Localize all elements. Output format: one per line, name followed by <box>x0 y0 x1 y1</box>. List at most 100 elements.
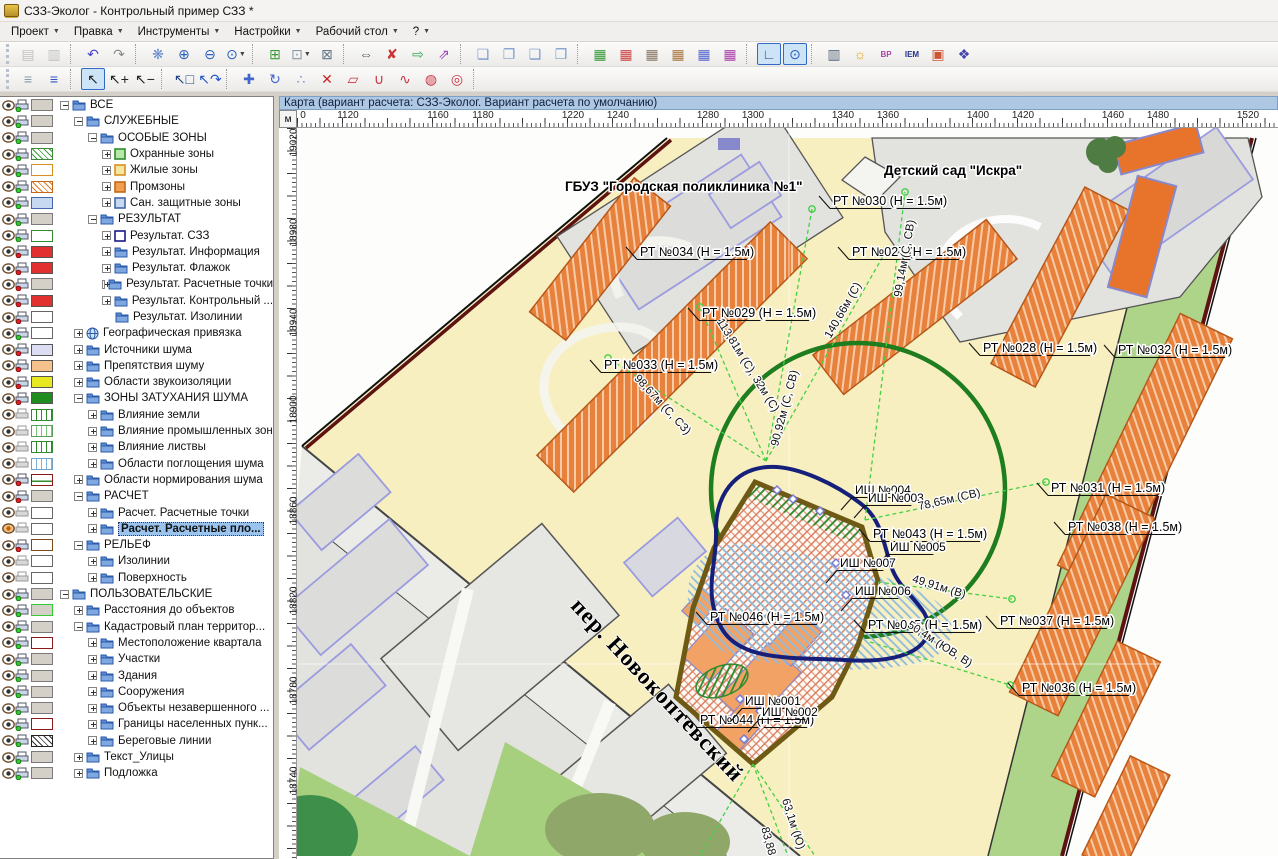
expand-plus-icon[interactable] <box>74 329 83 338</box>
layer-style-swatch[interactable] <box>31 490 53 502</box>
rt-add-icon[interactable]: ▦ <box>588 43 612 65</box>
layer-label[interactable]: Препятствия шуму <box>104 360 204 372</box>
eye-visibility-icon[interactable] <box>2 506 15 519</box>
object-height-icon[interactable]: ⇨ <box>406 43 430 65</box>
eye-visibility-icon[interactable] <box>2 669 15 682</box>
collapse-minus-icon[interactable] <box>74 492 83 501</box>
layer-label[interactable]: Участки <box>118 653 160 665</box>
expand-plus-icon[interactable] <box>88 736 97 745</box>
eye-visibility-icon[interactable] <box>2 262 15 275</box>
printer-icon[interactable] <box>15 99 29 112</box>
layer-style-swatch[interactable] <box>31 523 53 535</box>
select-move-icon[interactable]: ↖↷ <box>198 68 222 90</box>
layer-style-swatch[interactable] <box>31 376 53 388</box>
layer-label[interactable]: Охранные зоны <box>130 148 214 160</box>
eye-visibility-icon[interactable] <box>2 131 15 144</box>
toolbar-grip[interactable] <box>6 44 11 64</box>
expand-plus-icon[interactable] <box>88 524 97 533</box>
layer-style-swatch[interactable] <box>31 686 53 698</box>
expand-plus-icon[interactable] <box>74 753 83 762</box>
layer-style-swatch[interactable] <box>31 409 53 421</box>
printer-icon[interactable] <box>15 425 29 438</box>
printer-icon[interactable] <box>15 327 29 340</box>
menu-item-2[interactable]: Правка▼ <box>67 24 131 40</box>
layer-label[interactable]: Жилые зоны <box>130 164 198 176</box>
expand-plus-icon[interactable] <box>102 198 111 207</box>
eye-visibility-icon[interactable] <box>2 767 15 780</box>
layer-style-swatch[interactable] <box>31 637 53 649</box>
expand-plus-icon[interactable] <box>102 166 111 175</box>
layer-label[interactable]: Изолинии <box>118 555 170 567</box>
expand-plus-icon[interactable] <box>88 573 97 582</box>
zoom-in-icon[interactable]: ⊕ <box>172 43 196 65</box>
eye-visibility-icon[interactable] <box>2 294 15 307</box>
printer-icon[interactable] <box>15 311 29 324</box>
printer-icon[interactable] <box>15 669 29 682</box>
layer-label[interactable]: Сооружения <box>118 686 184 698</box>
eye-visibility-icon[interactable] <box>2 457 15 470</box>
layer-style-swatch[interactable] <box>31 458 53 470</box>
transform-axes-icon[interactable]: ⇗ <box>432 43 456 65</box>
layer-label[interactable]: РАСЧЕТ <box>104 490 149 502</box>
expand-plus-icon[interactable] <box>88 638 97 647</box>
printer-icon[interactable] <box>15 164 29 177</box>
rt-disc-icon[interactable]: ▦ <box>640 43 664 65</box>
group-pick-icon[interactable]: ⊠ <box>315 43 339 65</box>
rt-delete-icon[interactable]: ▦ <box>614 43 638 65</box>
expand-plus-icon[interactable] <box>74 345 83 354</box>
zoom-page-icon[interactable]: ⊙▼ <box>224 43 248 65</box>
printer-icon[interactable] <box>15 392 29 405</box>
printer-icon[interactable] <box>15 718 29 731</box>
expand-plus-icon[interactable] <box>74 475 83 484</box>
iem-module-icon[interactable]: IEM <box>900 43 924 65</box>
eye-visibility-icon[interactable] <box>2 539 15 552</box>
eye-visibility-icon[interactable] <box>2 588 15 601</box>
layer-label[interactable]: Здания <box>118 670 157 682</box>
layer-style-swatch[interactable] <box>31 230 53 242</box>
eye-visibility-icon[interactable] <box>2 571 15 584</box>
layer-label[interactable]: Промзоны <box>130 181 185 193</box>
layer-style-swatch[interactable] <box>31 197 53 209</box>
layer-style-swatch[interactable] <box>31 621 53 633</box>
rotate-icon[interactable]: ↻ <box>263 68 287 90</box>
eye-visibility-icon[interactable] <box>2 311 15 324</box>
eye-visibility-icon[interactable] <box>2 376 15 389</box>
eye-visibility-icon[interactable] <box>2 490 15 503</box>
printer-icon[interactable] <box>15 473 29 486</box>
eye-visibility-icon[interactable] <box>2 213 15 226</box>
layer-style-swatch[interactable] <box>31 588 53 600</box>
tips-lamp-icon[interactable]: ☼ <box>848 43 872 65</box>
layer-label[interactable]: Расстояния до объектов <box>104 604 234 616</box>
layer-style-swatch[interactable] <box>31 653 53 665</box>
eye-visibility-icon[interactable] <box>2 620 15 633</box>
layer-label[interactable]: Кадастровый план территор... <box>104 621 265 633</box>
eye-visibility-icon[interactable] <box>2 604 15 617</box>
layer-style-swatch[interactable] <box>31 425 53 437</box>
eye-visibility-icon[interactable] <box>2 229 15 242</box>
edit-polygon-icon[interactable]: ▱ <box>341 68 365 90</box>
layer-label[interactable]: Подложка <box>104 767 158 779</box>
layer-label[interactable]: Влияние земли <box>118 409 200 421</box>
layers-flat-icon[interactable]: ≡ <box>16 68 40 90</box>
eye-visibility-icon[interactable] <box>2 180 15 193</box>
printer-icon[interactable] <box>15 653 29 666</box>
printer-icon[interactable] <box>15 229 29 242</box>
layer-label[interactable]: ОСОБЫЕ ЗОНЫ <box>118 132 207 144</box>
collapse-minus-icon[interactable] <box>74 117 83 126</box>
layer-style-swatch[interactable] <box>31 295 53 307</box>
printer-icon[interactable] <box>15 555 29 568</box>
printer-icon[interactable] <box>15 751 29 764</box>
collapse-minus-icon[interactable] <box>88 133 97 142</box>
expand-plus-icon[interactable] <box>74 769 83 778</box>
printer-icon[interactable] <box>15 441 29 454</box>
layer-label[interactable]: СЛУЖЕБНЫЕ <box>104 115 179 127</box>
ruler-unit-button[interactable]: м <box>279 110 297 128</box>
expand-plus-icon[interactable] <box>88 655 97 664</box>
printer-icon[interactable] <box>15 539 29 552</box>
eye-visibility-icon[interactable] <box>2 653 15 666</box>
layer-style-swatch[interactable] <box>31 148 53 160</box>
printer-icon[interactable] <box>15 767 29 780</box>
layer-label[interactable]: Влияние листвы <box>118 441 206 453</box>
expand-plus-icon[interactable] <box>88 508 97 517</box>
menu-item-1[interactable]: Проект▼ <box>4 24 67 40</box>
